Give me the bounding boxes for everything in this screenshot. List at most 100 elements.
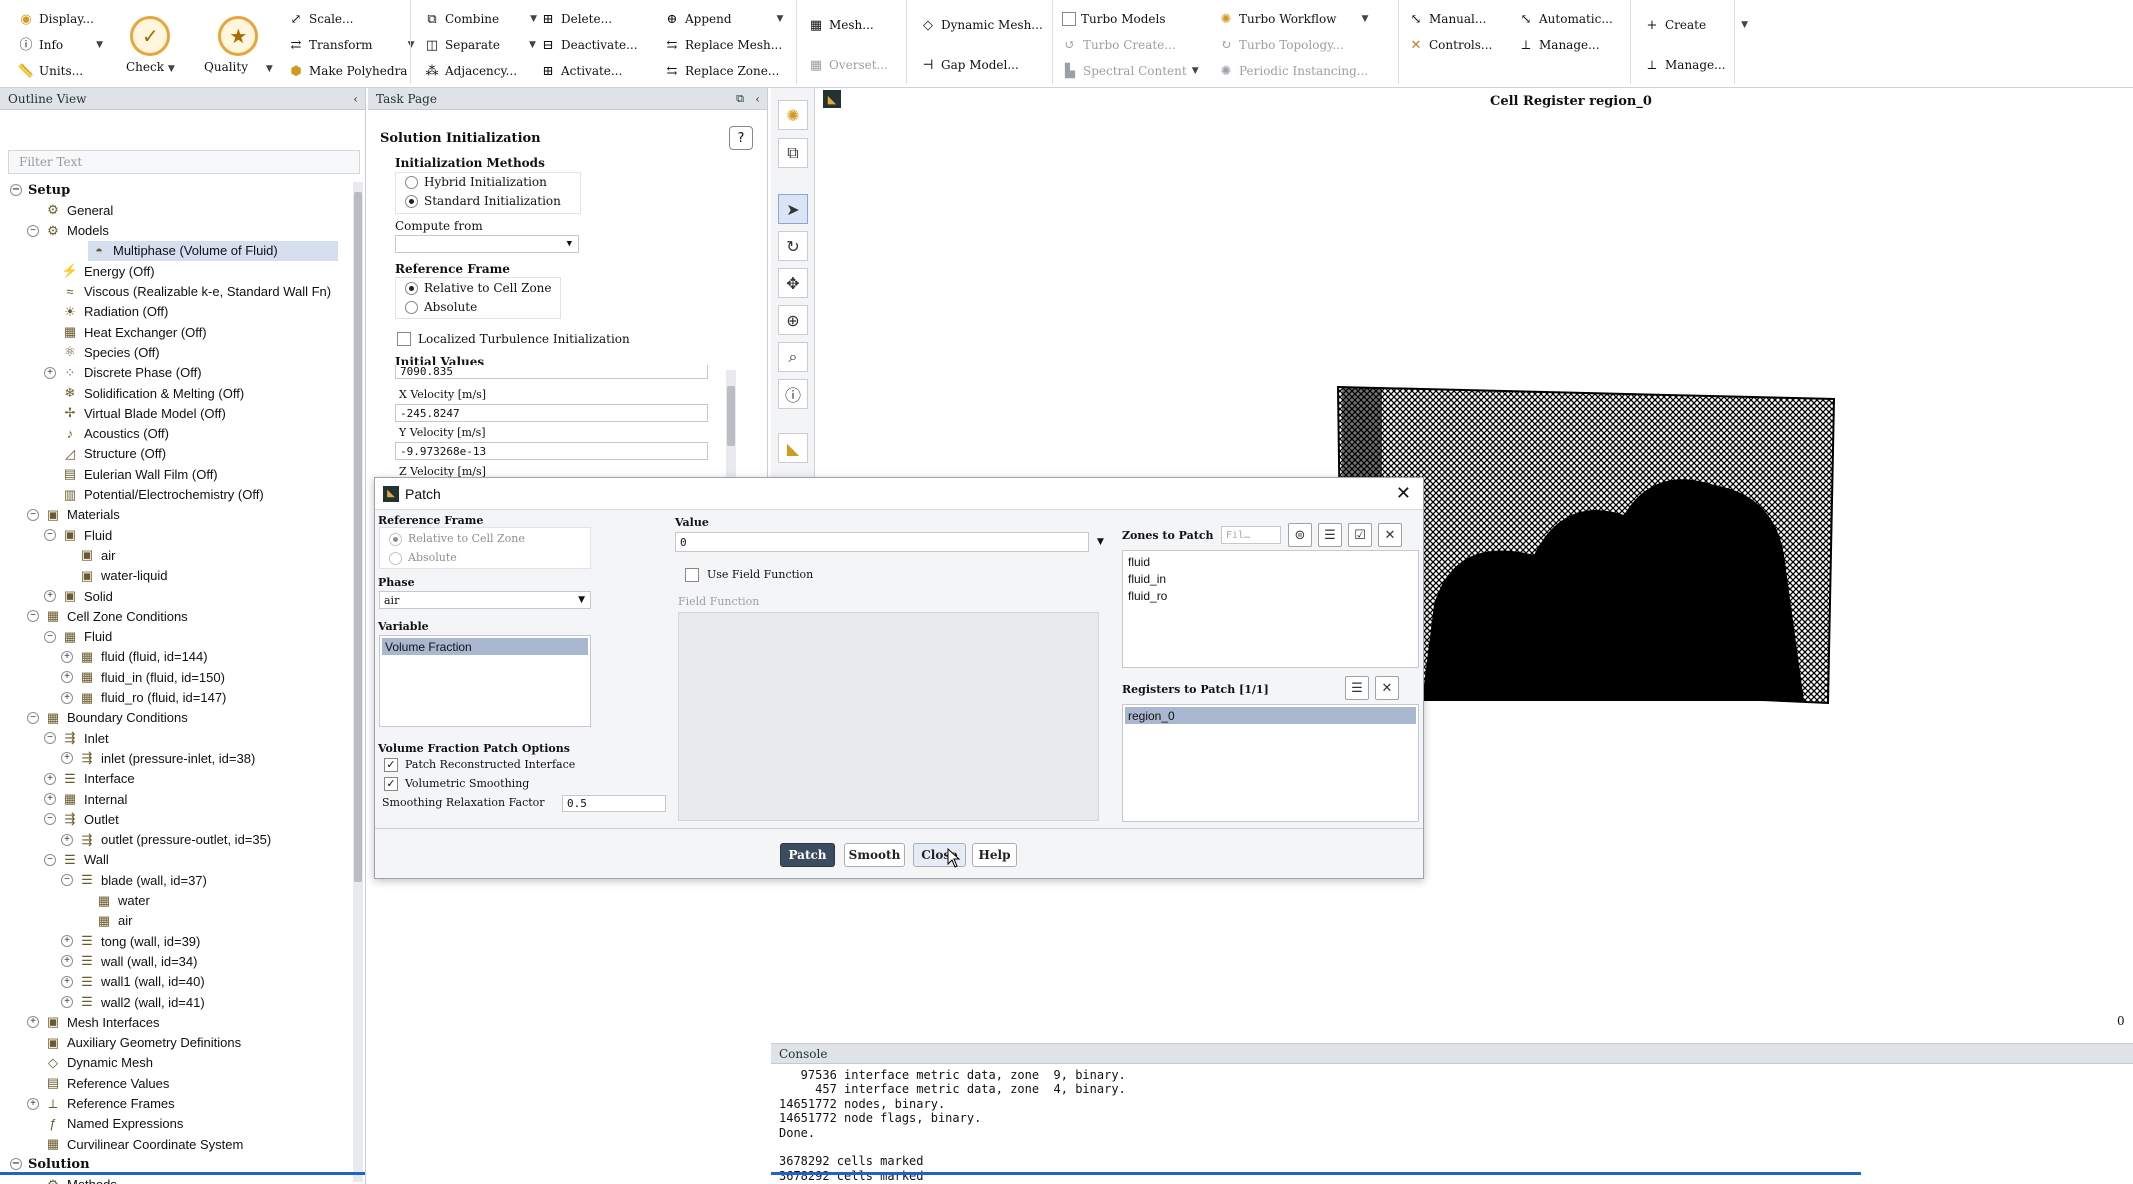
zoom-fit-icon[interactable]: ⌕	[778, 342, 808, 372]
expand-icon[interactable]: +	[44, 366, 56, 379]
tree-item[interactable]: + ☰ wall2 (wall, id=41)	[0, 992, 205, 1012]
zoom-icon[interactable]: ⊕	[778, 305, 808, 335]
separate-button[interactable]: ◫ Separate ▼	[424, 34, 536, 56]
invert-selection-icon[interactable]: ☑	[1348, 523, 1372, 547]
tree-item[interactable]: ▦ Heat Exchanger (Off)	[0, 322, 207, 342]
localized-turbulence-checkbox[interactable]	[397, 332, 411, 346]
outline-scroll-thumb[interactable]	[354, 192, 362, 882]
activate-button[interactable]: ⊞ Activate...	[540, 60, 623, 82]
tree-item[interactable]: − Setup	[0, 180, 70, 200]
tree-item[interactable]: − ▦ Fluid	[0, 627, 112, 647]
tree-item[interactable]: ⚙ Methods	[0, 1175, 117, 1184]
tree-item[interactable]: ▥ Potential/Electrochemistry (Off)	[0, 485, 264, 505]
collapse-icon[interactable]: −	[44, 529, 56, 542]
deactivate-button[interactable]: ⊟ Deactivate...	[540, 34, 638, 56]
tree-item[interactable]: − ☰ blade (wall, id=37)	[0, 870, 207, 890]
quality-button[interactable]: ★ Quality ▼	[204, 16, 273, 74]
collapse-icon[interactable]: −	[10, 1158, 22, 1171]
gap-model-button[interactable]: ⊣ Gap Model...	[920, 54, 1018, 76]
expand-icon[interactable]: +	[61, 650, 73, 663]
tree-item[interactable]: ◿ Structure (Off)	[0, 444, 166, 464]
expand-icon[interactable]: +	[27, 1016, 39, 1029]
zones-list[interactable]: fluid fluid_in fluid_ro	[1122, 550, 1419, 668]
tree-item[interactable]: ▤ Reference Values	[0, 1073, 170, 1093]
patch-button[interactable]: Patch	[780, 843, 835, 867]
mesh-button[interactable]: ▦ Mesh...	[808, 14, 874, 36]
tree-item[interactable]: ƒ Named Expressions	[0, 1114, 183, 1134]
collapse-icon[interactable]: −	[27, 224, 39, 237]
expand-icon[interactable]: +	[61, 671, 73, 684]
check-button[interactable]: ✓ Check ▼	[126, 16, 175, 74]
tree-item[interactable]: ❄ Solidification & Melting (Off)	[0, 383, 245, 403]
collapse-task-icon[interactable]: ‹	[755, 92, 760, 106]
expand-icon[interactable]: +	[44, 793, 56, 805]
tree-item[interactable]: ◇ Dynamic Mesh	[0, 1053, 153, 1073]
dynamic-mesh-button[interactable]: ◇ Dynamic Mesh...	[920, 14, 1043, 36]
tree-item[interactable]: ☀ Radiation (Off)	[0, 302, 168, 322]
tree-item[interactable]: ⚛ Species (Off)	[0, 342, 159, 362]
replace-mesh-button[interactable]: ⇆ Replace Mesh...	[664, 34, 783, 56]
tree-item[interactable]: ♪ Acoustics (Off)	[0, 424, 169, 444]
expand-icon[interactable]: +	[61, 833, 73, 846]
turbo-topology-button[interactable]: ↻ Turbo Topology...	[1218, 34, 1344, 56]
compute-from-select[interactable]: ▼	[395, 235, 579, 253]
expand-icon[interactable]: +	[61, 752, 73, 765]
rotate-icon[interactable]: ↻	[778, 231, 808, 261]
tree-item[interactable]: ▦ air	[0, 911, 133, 931]
tree-item[interactable]: ◓ Multiphase (Volume of Fluid)	[88, 240, 338, 261]
manual-button[interactable]: ⤡ Manual...	[1408, 8, 1487, 30]
collapse-icon[interactable]: −	[10, 184, 22, 196]
collapse-panel-icon[interactable]: ‹	[353, 92, 358, 106]
pan-icon[interactable]: ✥	[778, 268, 808, 298]
use-field-function-checkbox[interactable]	[685, 568, 699, 582]
tree-item[interactable]: ▣ water-liquid	[0, 566, 168, 586]
info-button[interactable]: ⓘ Info ▼	[18, 34, 103, 56]
tree-item[interactable]: + ▦ fluid (fluid, id=144)	[0, 647, 208, 667]
y-velocity-input[interactable]: -9.973268e-13	[395, 442, 708, 460]
registers-list[interactable]: region_0	[1122, 704, 1419, 822]
help-icon[interactable]: ?	[729, 126, 753, 150]
spectral-content-button[interactable]: ▙ Spectral Content ▼	[1062, 60, 1199, 82]
collapse-icon[interactable]: −	[44, 813, 56, 826]
combine-button[interactable]: ⧉ Combine ▼	[424, 8, 537, 30]
tree-item[interactable]: + ⇶ outlet (pressure-outlet, id=35)	[0, 830, 271, 850]
select-all-registers-icon[interactable]: ☰	[1345, 676, 1369, 700]
turbo-create-button[interactable]: ↺ Turbo Create...	[1062, 34, 1176, 56]
volumetric-smoothing-checkbox[interactable]: ✓	[384, 777, 398, 791]
filter-input[interactable]: Filter Text	[8, 150, 360, 174]
tree-item[interactable]: ▣ Auxiliary Geometry Definitions	[0, 1033, 241, 1053]
expand-icon[interactable]: +	[61, 975, 73, 988]
copy-view-icon[interactable]: ⧉	[778, 138, 808, 168]
deselect-zones-icon[interactable]: ✕	[1378, 523, 1402, 547]
tree-item[interactable]: − ⚙ Models	[0, 221, 109, 241]
tree-item[interactable]: − ⇶ Inlet	[0, 728, 109, 748]
collapse-icon[interactable]: −	[44, 853, 56, 866]
filter-zones-icon[interactable]: ⊜	[1288, 523, 1312, 547]
collapse-icon[interactable]: −	[27, 610, 39, 623]
tree-item[interactable]: + ▣ Mesh Interfaces	[0, 1012, 160, 1032]
collapse-icon[interactable]: −	[44, 732, 56, 745]
list-item[interactable]: Volume Fraction	[382, 638, 588, 655]
manage-adapt-button[interactable]: ⟂ Manage...	[1518, 34, 1600, 56]
controls-button[interactable]: ✕ Controls...	[1408, 34, 1493, 56]
select-all-zones-icon[interactable]: ☰	[1318, 523, 1342, 547]
expand-icon[interactable]: +	[61, 691, 73, 704]
patch-relative-radio[interactable]	[389, 533, 402, 546]
units-button[interactable]: 📏 Units...	[18, 60, 83, 82]
automatic-button[interactable]: ⤡ Automatic...	[1518, 8, 1613, 30]
standard-init-radio[interactable]	[405, 195, 418, 208]
pointer-icon[interactable]: ➤	[778, 194, 808, 224]
list-item[interactable]: fluid_ro	[1125, 587, 1167, 604]
replace-zone-button[interactable]: ⇆ Replace Zone...	[664, 60, 780, 82]
zones-filter-input[interactable]: Fil…	[1221, 526, 1281, 544]
task-scrollbar[interactable]	[726, 370, 736, 478]
task-scroll-thumb[interactable]	[727, 386, 735, 446]
turbo-workflow-button[interactable]: ✺ Turbo Workflow ▼	[1218, 8, 1369, 30]
tree-item[interactable]: + ▦ Internal	[0, 789, 127, 809]
tree-item[interactable]: + ▦ fluid_in (fluid, id=150)	[0, 667, 225, 687]
transform-button[interactable]: ⇄ Transform ▼	[288, 34, 415, 56]
expand-icon[interactable]: +	[61, 955, 73, 968]
help-button[interactable]: Help	[972, 843, 1017, 867]
tree-item[interactable]: ▦ Curvilinear Coordinate System	[0, 1134, 243, 1154]
tree-item[interactable]: + ☰ Interface	[0, 769, 135, 789]
